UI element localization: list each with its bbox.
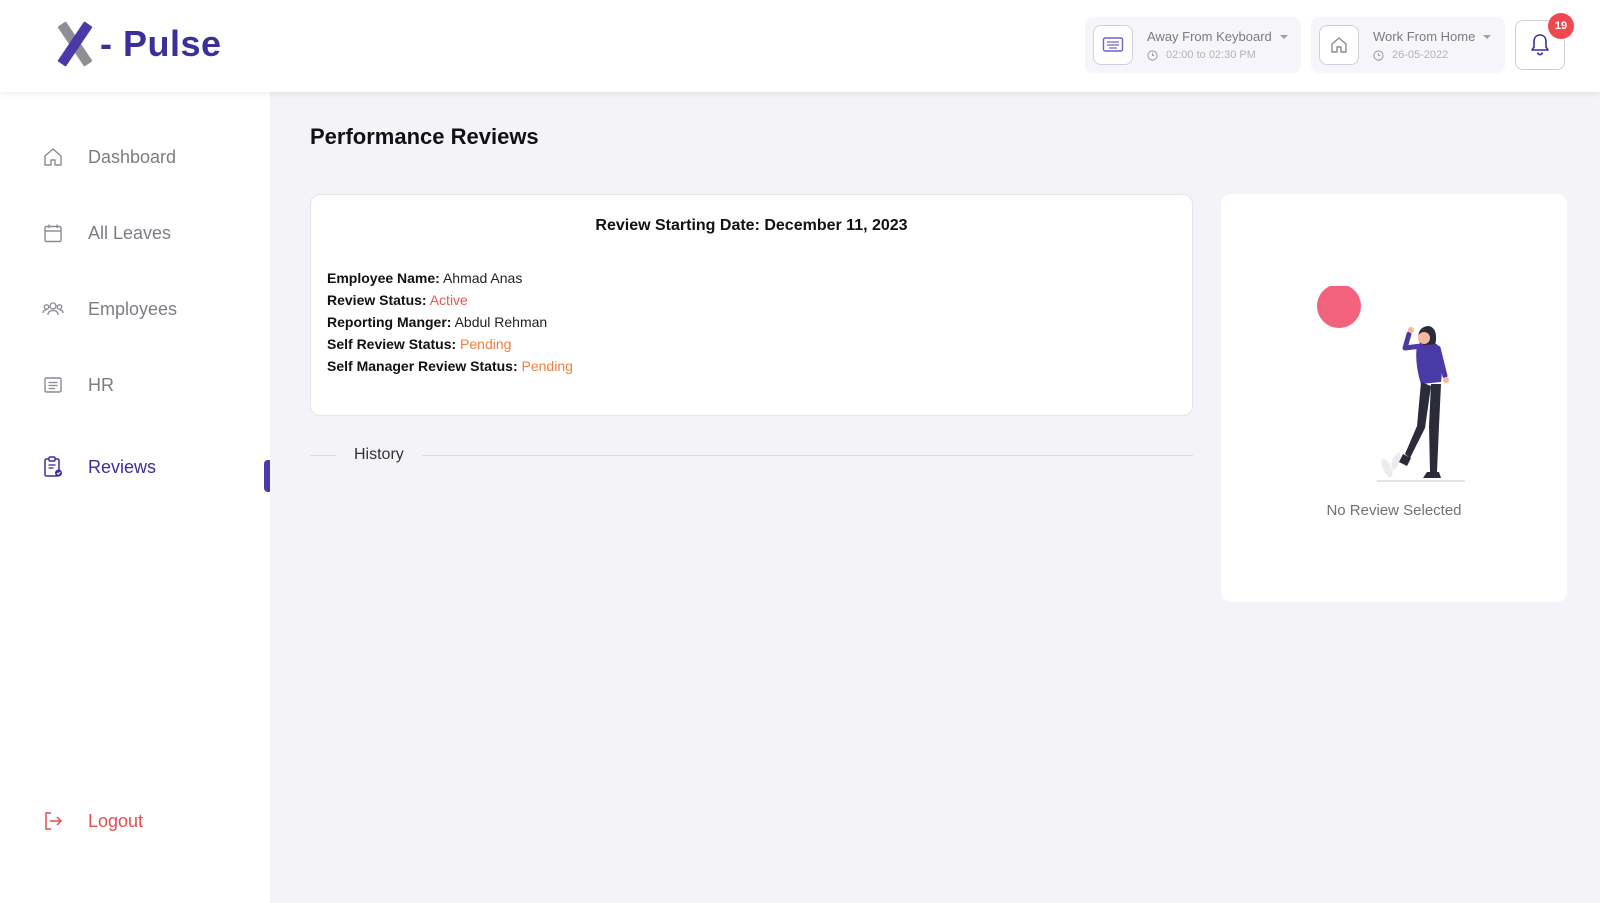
keyboard-icon <box>1093 25 1133 65</box>
away-status-time: 02:00 to 02:30 PM <box>1166 49 1256 61</box>
away-status-title: Away From Keyboard <box>1147 29 1272 44</box>
status-badge: Pending <box>521 358 573 374</box>
sidebar-item-label: Employees <box>88 298 178 319</box>
review-card[interactable]: Review Starting Date: December 11, 2023 … <box>310 194 1193 416</box>
top-header: - Pulse Away From Keyboard 02:00 to 02:3… <box>0 0 1600 92</box>
sidebar-item-label: HR <box>88 374 114 395</box>
review-field-self-review-status: Self Review Status: Pending <box>327 336 512 352</box>
sidebar-item-reviews[interactable]: Reviews <box>42 455 156 479</box>
chevron-down-icon <box>1483 34 1492 39</box>
review-field-status: Review Status: Active <box>327 292 468 308</box>
sidebar-item-label: Dashboard <box>88 146 177 167</box>
page-title: Performance Reviews <box>310 124 539 149</box>
review-field-reporting-manager: Reporting Manger: Abdul Rehman <box>327 314 548 330</box>
logout-label: Logout <box>88 810 144 831</box>
clock-icon <box>1373 49 1384 61</box>
logo-text: - Pulse <box>100 23 222 64</box>
sidebar-item-label: Reviews <box>88 456 157 477</box>
sidebar: Dashboard All Leaves Employees HR Review… <box>0 92 270 903</box>
review-detail-panel: No Review Selected <box>1221 194 1567 602</box>
empty-state-text: No Review Selected <box>1326 502 1462 519</box>
review-field-employee-name: Employee Name: Ahmad Anas <box>327 270 523 286</box>
clipboard-icon <box>44 456 62 477</box>
sidebar-item-employees[interactable]: Employees <box>42 298 177 320</box>
sidebar-item-dashboard[interactable]: Dashboard <box>42 146 176 168</box>
active-nav-indicator <box>264 460 270 492</box>
users-icon <box>42 302 64 316</box>
home-icon <box>1319 25 1359 65</box>
history-label: History <box>354 446 404 463</box>
sidebar-item-hr[interactable]: HR <box>42 374 114 396</box>
review-field-manager-review-status: Self Manager Review Status: Pending <box>327 358 573 374</box>
status-badge: Pending <box>460 336 512 352</box>
work-status-title: Work From Home <box>1373 29 1476 44</box>
status-badge: Active <box>429 292 468 308</box>
work-status-date: 26-05-2022 <box>1392 49 1449 61</box>
empty-state-illustration <box>1317 286 1465 482</box>
work-status-dropdown[interactable]: Work From Home 26-05-2022 <box>1311 17 1505 73</box>
app-logo[interactable]: - Pulse <box>54 21 222 67</box>
review-starting-date: Review Starting Date: December 11, 2023 <box>595 217 908 234</box>
list-icon <box>44 377 62 393</box>
sidebar-item-label: All Leaves <box>88 222 172 243</box>
bell-icon <box>1531 34 1549 56</box>
sidebar-item-all-leaves[interactable]: All Leaves <box>42 222 171 244</box>
logout-button[interactable]: Logout <box>42 810 143 832</box>
history-divider: History <box>310 445 1193 467</box>
notification-count-badge: 19 <box>1548 13 1574 39</box>
logout-icon <box>45 812 63 830</box>
home-icon <box>44 148 62 166</box>
away-status-dropdown[interactable]: Away From Keyboard 02:00 to 02:30 PM <box>1085 17 1301 73</box>
calendar-icon <box>44 224 62 243</box>
review-details: Employee Name: Ahmad Anas Review Status:… <box>327 267 573 377</box>
chevron-down-icon <box>1279 34 1288 39</box>
clock-icon <box>1147 49 1158 61</box>
logo-x-mark <box>54 21 93 67</box>
